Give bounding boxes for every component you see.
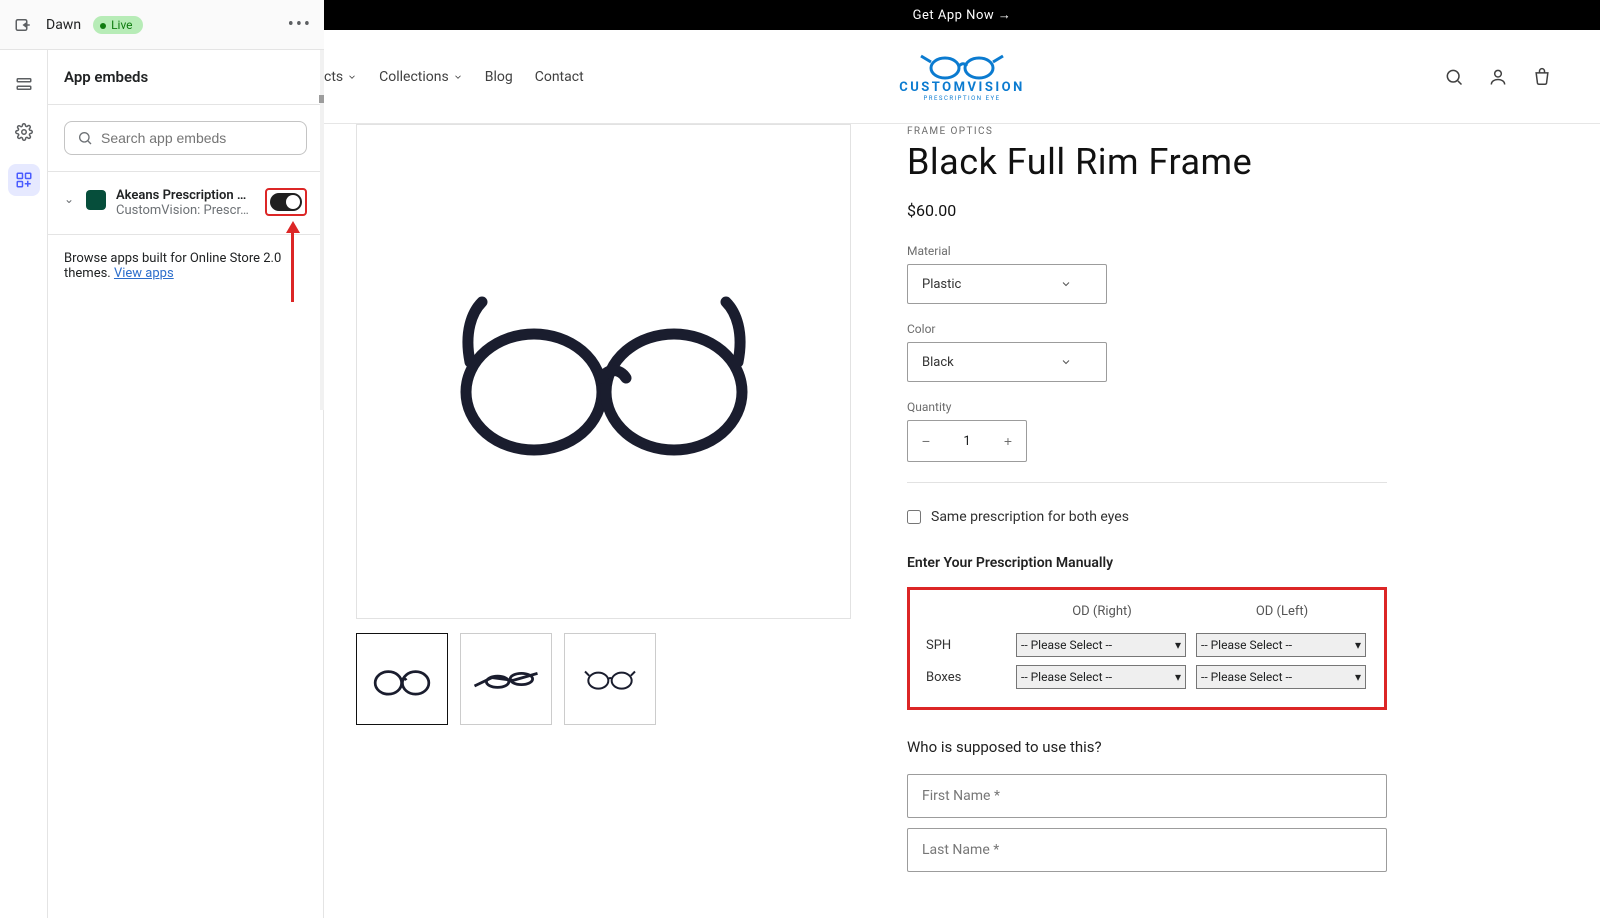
- logo-subtext: PRESCRIPTION EYE: [923, 95, 1000, 102]
- annotation-arrow-head: [286, 221, 300, 233]
- material-select[interactable]: Plastic: [907, 264, 1107, 304]
- product-title: Black Full Rim Frame: [907, 141, 1387, 183]
- toggle-highlight: [265, 188, 307, 216]
- back-icon[interactable]: [12, 14, 34, 36]
- view-apps-link[interactable]: View apps: [114, 266, 174, 281]
- manual-rx-header: Enter Your Prescription Manually: [907, 555, 1387, 571]
- prescription-table-highlight: OD (Right) OD (Left) SPH -- Please Selec…: [907, 587, 1387, 710]
- first-name-field[interactable]: First Name *: [907, 774, 1387, 818]
- thumbnail-2[interactable]: [460, 633, 552, 725]
- same-prescription-checkbox[interactable]: [907, 510, 921, 524]
- app-embeds-tab[interactable]: [8, 164, 40, 196]
- quantity-label: Quantity: [907, 400, 1387, 414]
- material-label: Material: [907, 244, 1387, 258]
- glasses-illustration: [424, 282, 784, 462]
- nav-collections[interactable]: Collections: [379, 69, 463, 85]
- quantity-increase[interactable]: +: [990, 421, 1026, 461]
- announcement-text: Get App Now →: [913, 7, 1012, 23]
- app-title: Akeans Prescription …: [116, 188, 255, 203]
- thumbnail-1[interactable]: [356, 633, 448, 725]
- search-icon[interactable]: [1444, 67, 1464, 87]
- same-prescription-row[interactable]: Same prescription for both eyes: [907, 509, 1387, 525]
- product-vendor: FRAME OPTICS: [907, 126, 1387, 137]
- quantity-stepper: − 1 +: [907, 420, 1027, 462]
- thumbnail-3[interactable]: [564, 633, 656, 725]
- more-actions-button[interactable]: •••: [288, 14, 312, 35]
- rx-row-sph: SPH: [922, 629, 1012, 661]
- sections-tab[interactable]: [8, 68, 40, 100]
- chevron-down-icon: [347, 72, 357, 82]
- boxes-right-select[interactable]: -- Please Select --▾: [1016, 665, 1186, 689]
- quantity-value: 1: [944, 434, 990, 449]
- announcement-bar[interactable]: Get App Now →: [324, 0, 1600, 30]
- rx-col-left: OD (Left): [1192, 604, 1372, 629]
- rx-row-boxes: Boxes: [922, 661, 1012, 693]
- logo-text: CUSTOMVISION: [899, 80, 1025, 95]
- boxes-left-select[interactable]: -- Please Select --▾: [1196, 665, 1366, 689]
- chevron-down-icon: [1060, 356, 1072, 368]
- search-app-embeds[interactable]: [64, 121, 307, 155]
- rx-col-right: OD (Right): [1012, 604, 1192, 629]
- theme-name: Dawn: [46, 17, 81, 33]
- browse-apps-message: Browse apps built for Online Store 2.0 t…: [48, 235, 323, 297]
- annotation-arrow-stem: [291, 227, 294, 302]
- glasses-logo-icon: [917, 52, 1007, 80]
- store-logo[interactable]: CUSTOMVISION PRESCRIPTION EYE: [899, 52, 1025, 102]
- app-subtitle: CustomVision: Prescr…: [116, 203, 255, 218]
- nav-blog[interactable]: Blog: [485, 69, 513, 85]
- account-icon[interactable]: [1488, 67, 1508, 87]
- theme-status-badge: Live: [93, 16, 142, 34]
- divider: [907, 482, 1387, 483]
- color-select[interactable]: Black: [907, 342, 1107, 382]
- who-uses-header: Who is supposed to use this?: [907, 738, 1387, 756]
- sph-left-select[interactable]: -- Please Select --▾: [1196, 633, 1366, 657]
- app-icon: [86, 190, 106, 210]
- same-prescription-label: Same prescription for both eyes: [931, 509, 1129, 525]
- panel-title: App embeds: [48, 50, 323, 105]
- chevron-down-icon: [1060, 278, 1072, 290]
- app-enable-toggle[interactable]: [270, 193, 302, 211]
- cart-icon[interactable]: [1532, 67, 1552, 87]
- settings-tab[interactable]: [8, 116, 40, 148]
- search-input[interactable]: [101, 130, 294, 146]
- product-price: $60.00: [907, 201, 1387, 220]
- quantity-decrease[interactable]: −: [908, 421, 944, 461]
- sph-right-select[interactable]: -- Please Select --▾: [1016, 633, 1186, 657]
- last-name-field[interactable]: Last Name *: [907, 828, 1387, 872]
- chevron-down-icon[interactable]: ⌄: [64, 188, 76, 206]
- chevron-down-icon: [453, 72, 463, 82]
- nav-products[interactable]: cts: [324, 69, 357, 85]
- color-label: Color: [907, 322, 1387, 336]
- search-icon: [77, 130, 93, 146]
- nav-contact[interactable]: Contact: [535, 69, 584, 85]
- product-main-image[interactable]: [356, 124, 851, 619]
